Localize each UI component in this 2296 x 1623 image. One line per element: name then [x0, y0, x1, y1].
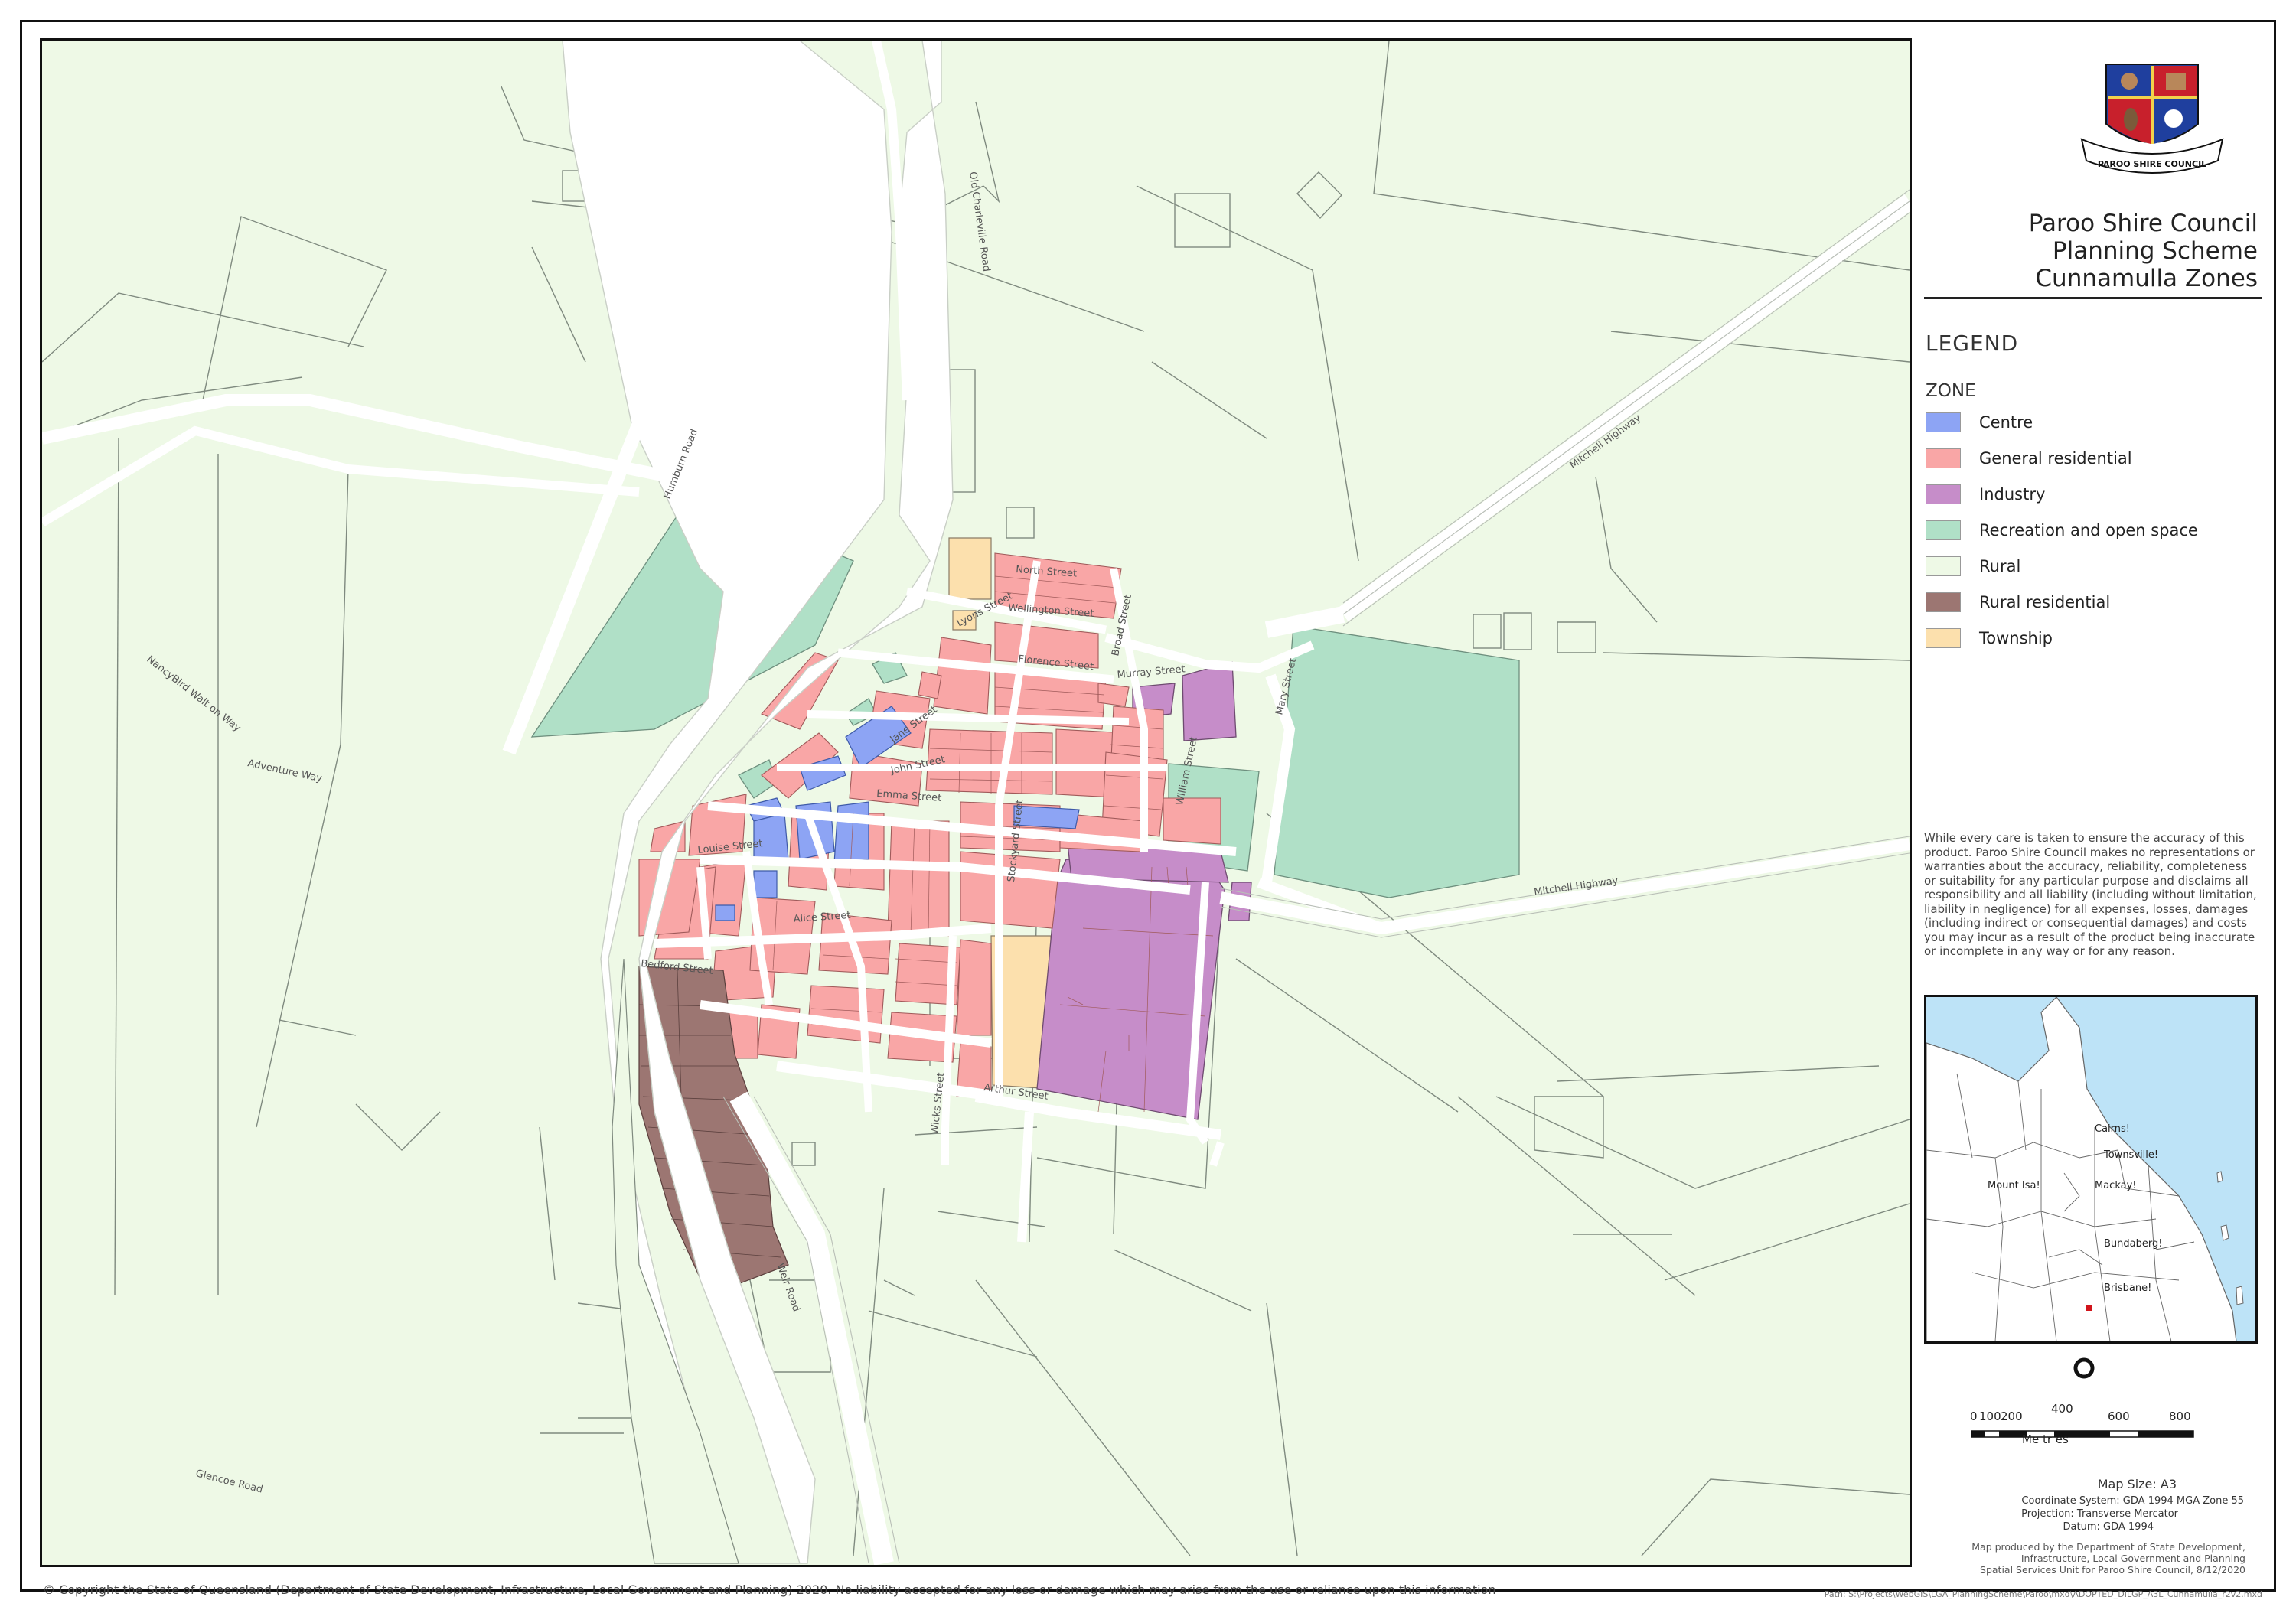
scale-units: Me tr es	[2022, 1432, 2069, 1446]
title-divider	[1924, 297, 2262, 299]
scale-bar-graphic	[1971, 1430, 2194, 1438]
label-adventure-way: Adventure Way	[246, 758, 323, 784]
legend-swatch	[1926, 448, 1961, 468]
council-crest-logo: PAROO SHIRE COUNCIL	[2080, 64, 2224, 174]
legend-title: LEGEND	[1926, 331, 2019, 356]
credit-line-3: Spatial Services Unit for Paroo Shire Co…	[1980, 1564, 2245, 1576]
label-glencoe-road: Glencoe Road	[194, 1468, 264, 1495]
scale-bar: 0 100 200 400 600 800	[1970, 1402, 2200, 1469]
legend-swatch	[1926, 520, 1961, 540]
road-centrelines	[42, 41, 1910, 1565]
disclaimer-text: While every care is taken to ensure the …	[1924, 831, 2257, 958]
legend-item-industry: Industry	[1926, 484, 2045, 505]
legend-item-rural-residential: Rural residential	[1926, 592, 2110, 613]
scale-tick-label: 200	[2001, 1410, 2023, 1423]
legend-label: Industry	[1979, 485, 2046, 504]
queensland-locator-map[interactable]: Cairns! Townsville! Mount Isa! Mackay! B…	[1924, 995, 2258, 1344]
scale-tick-label: 400	[2051, 1402, 2073, 1416]
legend-label: Rural residential	[1979, 593, 2111, 611]
city-label: Bundaberg!	[2104, 1238, 2162, 1250]
zoning-map[interactable]: Humburn Road Old Charleville Road Mitche…	[40, 38, 1912, 1567]
locator-map-canvas: Cairns! Townsville! Mount Isa! Mackay! B…	[1926, 997, 2244, 1341]
map-side-panel: PAROO SHIRE COUNCIL Paroo Shire Council …	[1923, 38, 2268, 1576]
map-size: Map Size: A3	[2097, 1477, 2177, 1491]
logo-text: PAROO SHIRE COUNCIL	[2098, 159, 2206, 169]
legend-label: Recreation and open space	[1979, 521, 2198, 539]
city-label: Mackay!	[2095, 1180, 2137, 1191]
projection: Projection: Transverse Mercator	[2021, 1508, 2178, 1520]
credit-line-1: Map produced by the Department of State …	[1971, 1541, 2245, 1553]
scale-tick-label: 100	[1979, 1410, 2001, 1423]
legend-item-recreation: Recreation and open space	[1926, 520, 2198, 541]
city-label: Brisbane!	[2104, 1282, 2151, 1294]
datum: Datum: GDA 1994	[2063, 1521, 2154, 1533]
scale-tick-label: 0	[1970, 1410, 1978, 1423]
coordinate-system: Coordinate System: GDA 1994 MGA Zone 55	[2021, 1495, 2244, 1507]
legend-swatch	[1926, 592, 1961, 612]
legend-label: Township	[1979, 629, 2053, 647]
legend-swatch	[1926, 556, 1961, 576]
scale-tick-label: 600	[2108, 1410, 2130, 1423]
city-label: Cairns!	[2095, 1123, 2130, 1135]
cunnamulla-location-marker	[2086, 1305, 2092, 1311]
copyright-notice: © Copyright the State of Queensland (Dep…	[43, 1582, 1496, 1597]
legend-group-title: ZONE	[1926, 381, 1976, 401]
legend-swatch	[1926, 412, 1961, 432]
legend-label: General residential	[1979, 449, 2132, 468]
title-council: Paroo Shire Council	[2028, 210, 2258, 237]
city-label: Mount Isa!	[1988, 1180, 2040, 1191]
title-map-name: Cunnamulla Zones	[2035, 265, 2258, 292]
legend-label: Rural	[1979, 557, 2021, 575]
legend-label: Centre	[1979, 413, 2033, 432]
legend-item-township: Township	[1926, 627, 2053, 649]
north-arrow-icon	[2073, 1357, 2095, 1379]
label-old-charleville-road: Old Charleville Road	[967, 171, 992, 272]
title-scheme: Planning Scheme	[2052, 237, 2258, 265]
legend-swatch	[1926, 484, 1961, 504]
label-nancybird-walton-way: NancyBird Walt on Way	[145, 653, 243, 734]
legend-item-general-residential: General residential	[1926, 448, 2132, 469]
city-label: Townsville!	[2103, 1149, 2158, 1161]
credit-line-2: Infrastructure, Local Government and Pla…	[2020, 1553, 2245, 1564]
label-murray-street: Murray Street	[1117, 663, 1186, 681]
label-weir-road: Weir Road	[774, 1262, 802, 1313]
file-path: Path: S:\Projects\WebGIS\LGA_PlanningSch…	[1824, 1589, 2262, 1599]
legend-item-centre: Centre	[1926, 412, 2033, 433]
zoning-map-canvas: Humburn Road Old Charleville Road Mitche…	[42, 41, 1910, 1565]
legend-item-rural: Rural	[1926, 556, 2020, 577]
scale-tick-label: 800	[2169, 1410, 2191, 1423]
rural-parcel-lines	[42, 41, 1910, 1556]
legend-swatch	[1926, 628, 1961, 648]
